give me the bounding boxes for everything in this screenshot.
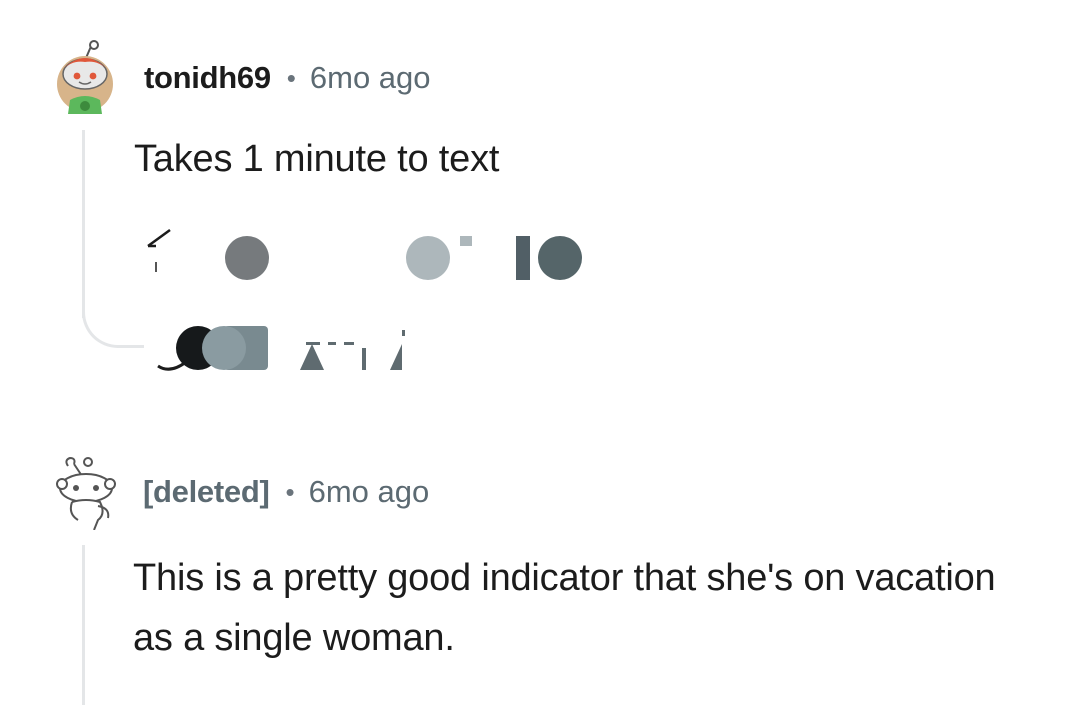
downvote-icon[interactable] [406, 236, 472, 280]
comment-body: Takes 1 minute to text [134, 138, 500, 180]
meta-separator: • [285, 477, 295, 507]
meta-separator: • [286, 63, 296, 93]
comment-actions [140, 224, 600, 374]
vote-count-icon [225, 236, 269, 280]
award-icon[interactable] [157, 326, 268, 371]
snoo-avatar-red-hair-icon [57, 40, 113, 114]
reply-icon[interactable] [516, 236, 582, 280]
upvote-icon[interactable] [147, 228, 171, 272]
comment-1: tonidh69 • 6mo ago Takes 1 minute to tex… [0, 0, 1080, 400]
comment-timestamp: 6mo ago [309, 60, 431, 95]
thread-line[interactable] [82, 545, 85, 705]
user-avatar[interactable] [50, 40, 120, 114]
comment-meta: [deleted] • 6mo ago [143, 470, 429, 514]
comment-timestamp: 6mo ago [308, 474, 430, 509]
snoo-deleted-avatar-icon [56, 456, 116, 531]
thread-line[interactable] [82, 130, 85, 318]
comment-author[interactable]: tonidh69 [144, 60, 271, 96]
more-options-icon[interactable] [300, 330, 405, 370]
user-avatar[interactable] [54, 456, 118, 531]
comment-author: [deleted] [143, 474, 270, 509]
comment-body: This is a pretty good indicator that she… [133, 557, 996, 659]
thread-reply-connector [82, 300, 144, 348]
comment-meta: tonidh69 • 6mo ago [144, 56, 431, 100]
